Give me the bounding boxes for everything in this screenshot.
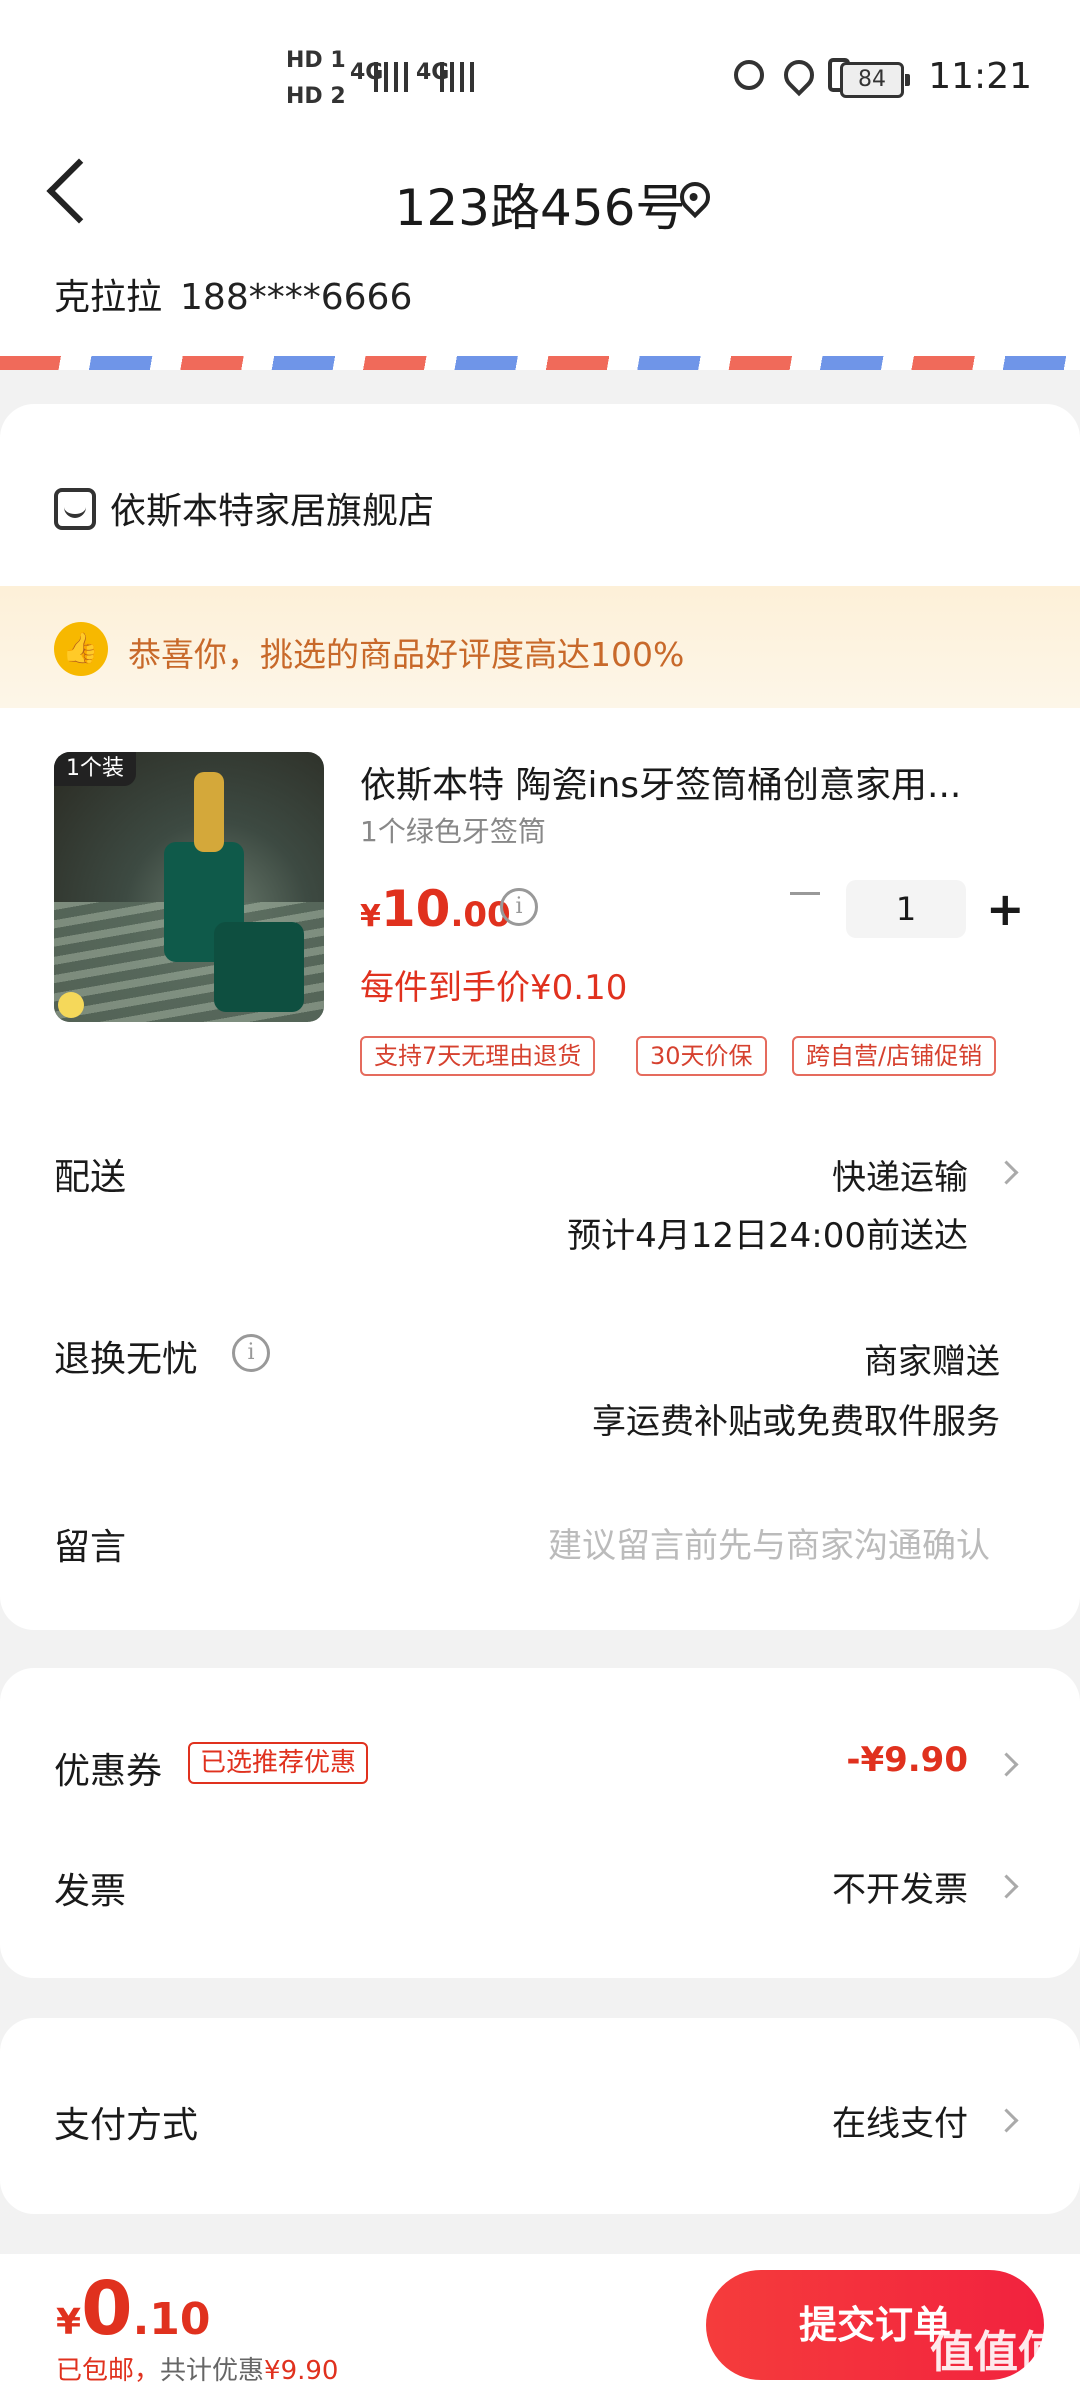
message-label: 留言	[54, 1527, 127, 1568]
invoice-value[interactable]: 不开发票	[832, 1862, 968, 1911]
payment-label: 支付方式	[54, 2105, 199, 2146]
returns-value: 商家赠送	[864, 1342, 1000, 1382]
status-bar: HD 1 HD 2 4G 4G 84 11:21	[0, 0, 1080, 150]
delivery-label: 配送	[54, 1157, 127, 1198]
watermark: 值值值	[930, 2327, 1062, 2378]
signal-icon	[440, 62, 474, 92]
total-price: ¥0.10	[56, 2266, 211, 2352]
airmail-stripe	[0, 356, 1080, 370]
price-info-icon[interactable]: i	[500, 888, 538, 926]
alarm-icon	[734, 60, 764, 90]
clock: 11:21	[928, 56, 1032, 97]
message-input[interactable]: 建议留言前先与商家沟通确认	[548, 1518, 990, 1567]
contact-info: 克拉拉 188****6666	[54, 268, 412, 320]
delivery-eta: 预计4月12日24:00前送达	[567, 1216, 968, 1256]
invoice-label: 发票	[54, 1871, 127, 1912]
returns-info-icon[interactable]: i	[232, 1334, 270, 1372]
coupon-recommend-badge: 已选推荐优惠	[188, 1742, 369, 1784]
hd2-indicator: HD 2	[286, 84, 346, 109]
payment-value[interactable]: 在线支付	[832, 2096, 968, 2145]
order-summary: 已包邮，共计优惠¥9.90	[56, 2356, 339, 2386]
quantity-input[interactable]: 1	[846, 880, 966, 938]
pack-badge: 1个装	[54, 752, 136, 786]
shop-name[interactable]: 依斯本特家居旗舰店	[110, 482, 434, 534]
hd1-indicator: HD 1	[286, 48, 346, 73]
returns-detail: 享运费补贴或免费取件服务	[592, 1402, 1000, 1442]
address-title[interactable]: 123路456号	[0, 168, 1080, 240]
product-image[interactable]	[54, 752, 324, 1022]
delivery-method[interactable]: 快递运输	[832, 1150, 968, 1199]
product-price: ¥10.00	[360, 880, 511, 938]
receiver-phone: 188****6666	[180, 277, 413, 318]
signal-icon	[374, 62, 408, 92]
increase-quantity-button[interactable]: +	[986, 884, 1025, 934]
product-title[interactable]: 依斯本特 陶瓷ins牙签筒桶创意家用...	[360, 756, 1010, 808]
battery-icon: 84	[840, 62, 910, 98]
banner-text: 恭喜你，挑选的商品好评度高达100%	[128, 635, 685, 674]
product-spec[interactable]: 1个绿色牙签筒	[360, 810, 546, 850]
decrease-quantity-button[interactable]	[790, 892, 820, 895]
location-icon	[777, 53, 821, 97]
coupon-label: 优惠券	[54, 1751, 163, 1792]
receiver-name: 克拉拉	[54, 277, 163, 318]
returns-label: 退换无忧	[54, 1339, 199, 1380]
thumbs-up-icon: 👍	[54, 622, 108, 676]
unit-final-price: 每件到手价¥0.10	[360, 968, 628, 1008]
discount-card	[0, 1668, 1080, 1978]
service-tag: 支持7天无理由退货	[360, 1036, 596, 1076]
service-tag: 跨自营/店铺促销	[792, 1036, 997, 1076]
service-tag: 30天价保	[636, 1036, 767, 1076]
shop-icon	[54, 488, 96, 530]
coupon-value[interactable]: -¥9.90	[846, 1740, 968, 1780]
